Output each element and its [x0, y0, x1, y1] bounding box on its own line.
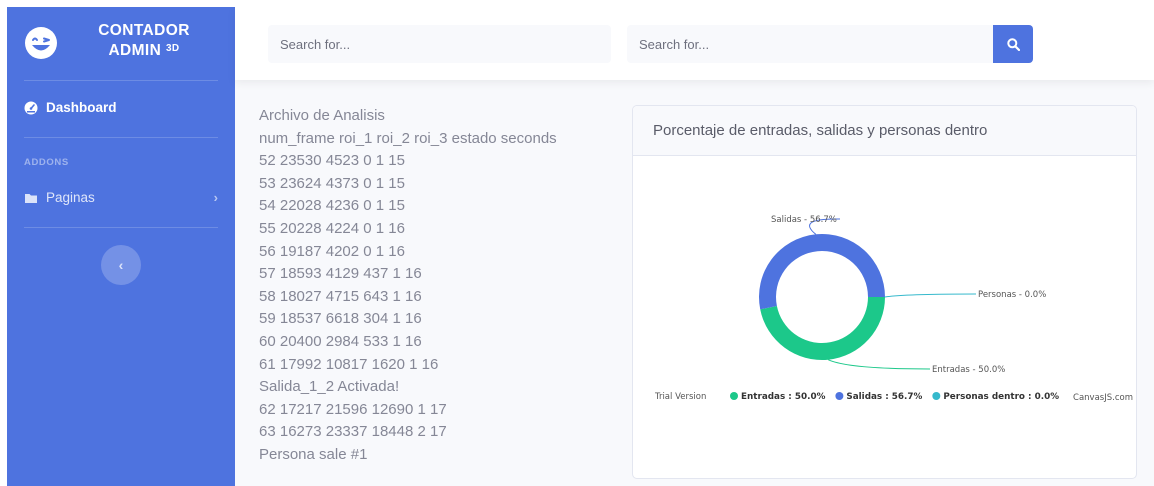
sidebar-item-label: Paginas [46, 190, 95, 205]
sidebar-divider [24, 80, 218, 81]
log-line: 53 23624 4373 0 1 15 [259, 174, 405, 192]
sidebar-divider [24, 137, 218, 138]
chart-legend-marker [932, 392, 941, 400]
analysis-log: Archivo de Analisis num_frame roi_1 roi_2… [259, 105, 619, 467]
sidebar-brand[interactable]: CONTADOR ADMIN 3D [7, 7, 235, 77]
card-title: Porcentaje de entradas, salidas y person… [633, 106, 1136, 156]
chart-credit-label: CanvasJS.com [1073, 393, 1133, 403]
log-line: 63 16273 23337 18448 2 17 [259, 423, 447, 441]
chart-legend-marker [835, 392, 844, 400]
log-line: 54 22028 4236 0 1 15 [259, 197, 405, 215]
chart-label-connector [884, 293, 977, 298]
chart-slice-salidas [759, 233, 885, 310]
search-icon [1006, 37, 1020, 51]
chart-trial-label: Trial Version [654, 392, 706, 402]
chart-legend-label: Salidas : 56.7% [846, 392, 922, 402]
sidebar-item-paginas[interactable]: Paginas › [24, 190, 218, 205]
search-input[interactable] [627, 25, 993, 63]
sidebar-divider [24, 227, 218, 228]
log-line: num_frame roi_1 roi_2 roi_3 estado secon… [259, 129, 557, 147]
chart-index-label: Salidas - 56.7% [771, 215, 837, 225]
log-line: 57 18593 4129 437 1 16 [259, 265, 422, 283]
laugh-wink-icon [25, 27, 57, 59]
search-input[interactable] [268, 25, 611, 63]
chart-label-connector [827, 359, 931, 370]
folder-icon [25, 193, 37, 203]
brand-sup: 3D [165, 43, 180, 54]
tachometer-icon [24, 101, 38, 114]
doughnut-chart: Entradas - 50.0% Salidas - 56.7% Personas … [654, 215, 1133, 403]
topbar [235, 7, 1154, 80]
chart-legend-label: Entradas : 50.0% [741, 392, 826, 402]
chevron-right-icon: › [213, 190, 218, 205]
log-line: 60 20400 2984 533 1 16 [259, 332, 422, 350]
brand-line2: ADMIN 3D [79, 41, 209, 61]
chart-legend-marker [730, 392, 738, 400]
log-line: Persona sale #1 [259, 445, 368, 463]
chart-index-label: Entradas - 50.0% [932, 365, 1005, 375]
log-line: 61 17992 10817 1620 1 16 [259, 355, 439, 373]
log-line: 58 18027 4715 643 1 16 [259, 287, 422, 305]
chart-slice-entradas [760, 297, 885, 360]
sidebar-item-dashboard[interactable]: Dashboard [24, 100, 117, 115]
sidebar-heading: ADDONS [24, 157, 69, 168]
chart-legend-label: Personas dentro : 0.0% [943, 392, 1059, 402]
chart-index-label: Personas - 0.0% [978, 290, 1046, 300]
sidebar: CONTADOR ADMIN 3D Dashboard ADDONS Pagin… [7, 7, 235, 486]
sidebar-item-label: Dashboard [46, 100, 117, 115]
brand-line1: CONTADOR [98, 22, 190, 39]
chart-card: Porcentaje de entradas, salidas y person… [632, 105, 1137, 479]
brand-name: CONTADOR ADMIN 3D [79, 21, 209, 61]
chevron-left-icon: ‹ [118, 257, 124, 273]
log-line: Archivo de Analisis [259, 107, 385, 124]
log-line: 59 18537 6618 304 1 16 [259, 310, 422, 328]
log-line: 52 23530 4523 0 1 15 [259, 152, 405, 170]
search-button[interactable] [993, 25, 1033, 63]
log-line: 55 20228 4224 0 1 16 [259, 219, 405, 237]
log-line: 62 17217 21596 12690 1 17 [259, 400, 447, 418]
log-line: 56 19187 4202 0 1 16 [259, 242, 405, 260]
brand-line2-text: ADMIN [108, 42, 162, 59]
sidebar-toggle-button[interactable]: ‹ [101, 245, 141, 285]
log-line: Salida_1_2 Activada! [259, 378, 400, 396]
app-frame: CONTADOR ADMIN 3D Dashboard ADDONS Pagin… [7, 7, 1154, 486]
